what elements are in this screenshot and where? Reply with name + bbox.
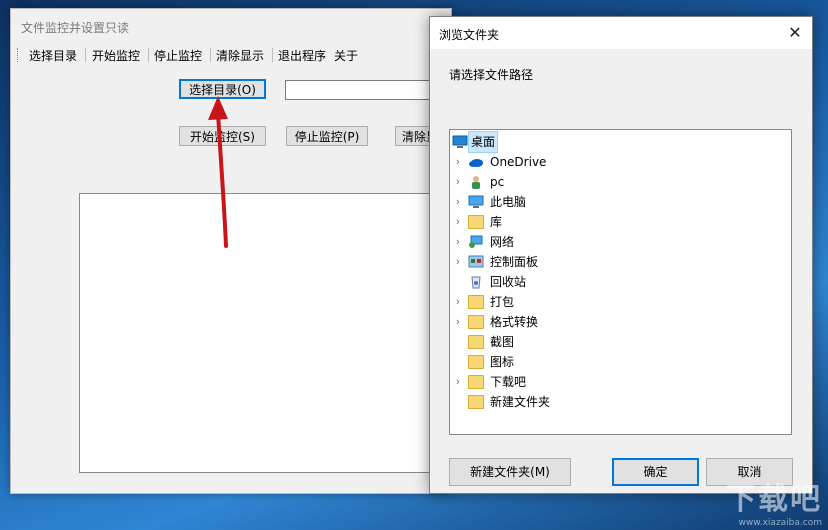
folder-icon <box>468 375 484 389</box>
library-icon <box>468 215 484 229</box>
chevron-right-icon[interactable]: › <box>453 152 463 172</box>
chevron-right-icon[interactable]: › <box>453 192 463 212</box>
desktop-icon <box>452 135 468 149</box>
tree-item-label: OneDrive <box>490 155 547 169</box>
tree-item-label: 库 <box>490 215 503 229</box>
tree-item-label: pc <box>490 175 505 189</box>
window-title: 文件监控并设置只读 <box>21 21 130 35</box>
folder-icon <box>468 395 484 409</box>
log-output-area[interactable] <box>79 193 451 473</box>
chevron-right-icon[interactable]: › <box>453 252 463 272</box>
tree-item-control-panel[interactable]: › 控制面板 <box>450 252 791 272</box>
watermark-logo: 下载吧 www.xiazaiba.com <box>726 474 822 528</box>
stop-monitor-button[interactable]: 停止监控(P) <box>286 126 368 146</box>
tree-item-label: 打包 <box>490 295 515 309</box>
computer-icon <box>468 195 484 209</box>
tree-item-label: 下载吧 <box>490 375 527 389</box>
tree-item-label: 此电脑 <box>490 195 527 209</box>
close-icon[interactable]: ✕ <box>778 17 812 49</box>
menu-start-monitor[interactable]: 开始监控 <box>92 47 140 64</box>
folder-icon <box>468 335 484 349</box>
tree-item-label: 格式转换 <box>490 315 539 329</box>
tree-item-folder-new[interactable]: 新建文件夹 <box>450 392 791 412</box>
menu-select-dir[interactable]: 选择目录 <box>29 47 77 64</box>
tree-item-onedrive[interactable]: › OneDrive <box>450 152 791 172</box>
tree-item-label: 新建文件夹 <box>490 395 551 409</box>
chevron-right-icon[interactable]: › <box>453 312 463 332</box>
select-dir-button[interactable]: 选择目录(O) <box>179 79 266 99</box>
folder-icon <box>468 355 484 369</box>
tree-item-label: 网络 <box>490 235 515 249</box>
folder-tree[interactable]: 桌面 › OneDrive › pc › 此电脑 › 库 › 网络 › 控制面板… <box>449 129 792 435</box>
network-icon <box>468 235 484 249</box>
tree-item-folder-pack[interactable]: › 打包 <box>450 292 791 312</box>
menu-exit[interactable]: 退出程序 <box>278 47 326 64</box>
tree-item-label: 控制面板 <box>490 255 539 269</box>
menu-clear-display[interactable]: 清除显示 <box>216 47 264 64</box>
menu-stop-monitor[interactable]: 停止监控 <box>154 47 202 64</box>
menu-bar: 选择目录 开始监控 停止监控 清除显示 退出程序 关于 <box>11 45 451 65</box>
tree-item-label: 回收站 <box>490 275 527 289</box>
tree-item-folder-downloads[interactable]: › 下载吧 <box>450 372 791 392</box>
dialog-title: 浏览文件夹 <box>439 28 500 42</box>
dialog-prompt: 请选择文件路径 <box>449 68 534 82</box>
dialog-titlebar: 浏览文件夹 ✕ <box>430 17 812 49</box>
browse-folder-dialog: 浏览文件夹 ✕ 请选择文件路径 桌面 › OneDrive › pc › 此电脑… <box>429 16 813 494</box>
folder-icon <box>468 315 484 329</box>
chevron-right-icon[interactable]: › <box>453 372 463 392</box>
chevron-right-icon[interactable]: › <box>453 212 463 232</box>
tree-item-desktop[interactable]: 桌面 <box>450 131 791 153</box>
main-window: 文件监控并设置只读 选择目录 开始监控 停止监控 清除显示 退出程序 关于 选择… <box>10 8 452 494</box>
user-icon <box>468 175 484 189</box>
recycle-bin-icon <box>468 275 484 289</box>
tree-item-this-pc[interactable]: › 此电脑 <box>450 192 791 212</box>
chevron-right-icon[interactable]: › <box>453 172 463 192</box>
cloud-icon <box>468 155 484 169</box>
chevron-right-icon[interactable]: › <box>453 292 463 312</box>
chevron-right-icon[interactable]: › <box>453 232 463 252</box>
tree-item-network[interactable]: › 网络 <box>450 232 791 252</box>
tree-item-library[interactable]: › 库 <box>450 212 791 232</box>
tree-item-folder-convert[interactable]: › 格式转换 <box>450 312 791 332</box>
menu-separator <box>148 48 149 62</box>
tree-item-folder-screenshots[interactable]: 截图 <box>450 332 791 352</box>
toolbar-grip[interactable] <box>17 48 20 62</box>
menu-separator <box>210 48 211 62</box>
folder-icon <box>468 295 484 309</box>
tree-item-folder-icons[interactable]: 图标 <box>450 352 791 372</box>
watermark-url: www.xiazaiba.com <box>738 518 822 528</box>
menu-separator <box>272 48 273 62</box>
tree-item-label: 截图 <box>490 335 515 349</box>
new-folder-button[interactable]: 新建文件夹(M) <box>449 458 571 486</box>
tree-item-pc[interactable]: › pc <box>450 172 791 192</box>
control-panel-icon <box>468 255 484 269</box>
menu-about[interactable]: 关于 <box>334 47 358 64</box>
ok-button[interactable]: 确定 <box>612 458 699 486</box>
start-monitor-button[interactable]: 开始监控(S) <box>179 126 266 146</box>
menu-separator <box>85 48 86 62</box>
tree-item-label: 图标 <box>490 355 515 369</box>
tree-item-label: 桌面 <box>468 131 499 153</box>
tree-item-recycle-bin[interactable]: 回收站 <box>450 272 791 292</box>
watermark-text: 下载吧 <box>726 482 822 517</box>
path-input[interactable] <box>285 80 445 100</box>
